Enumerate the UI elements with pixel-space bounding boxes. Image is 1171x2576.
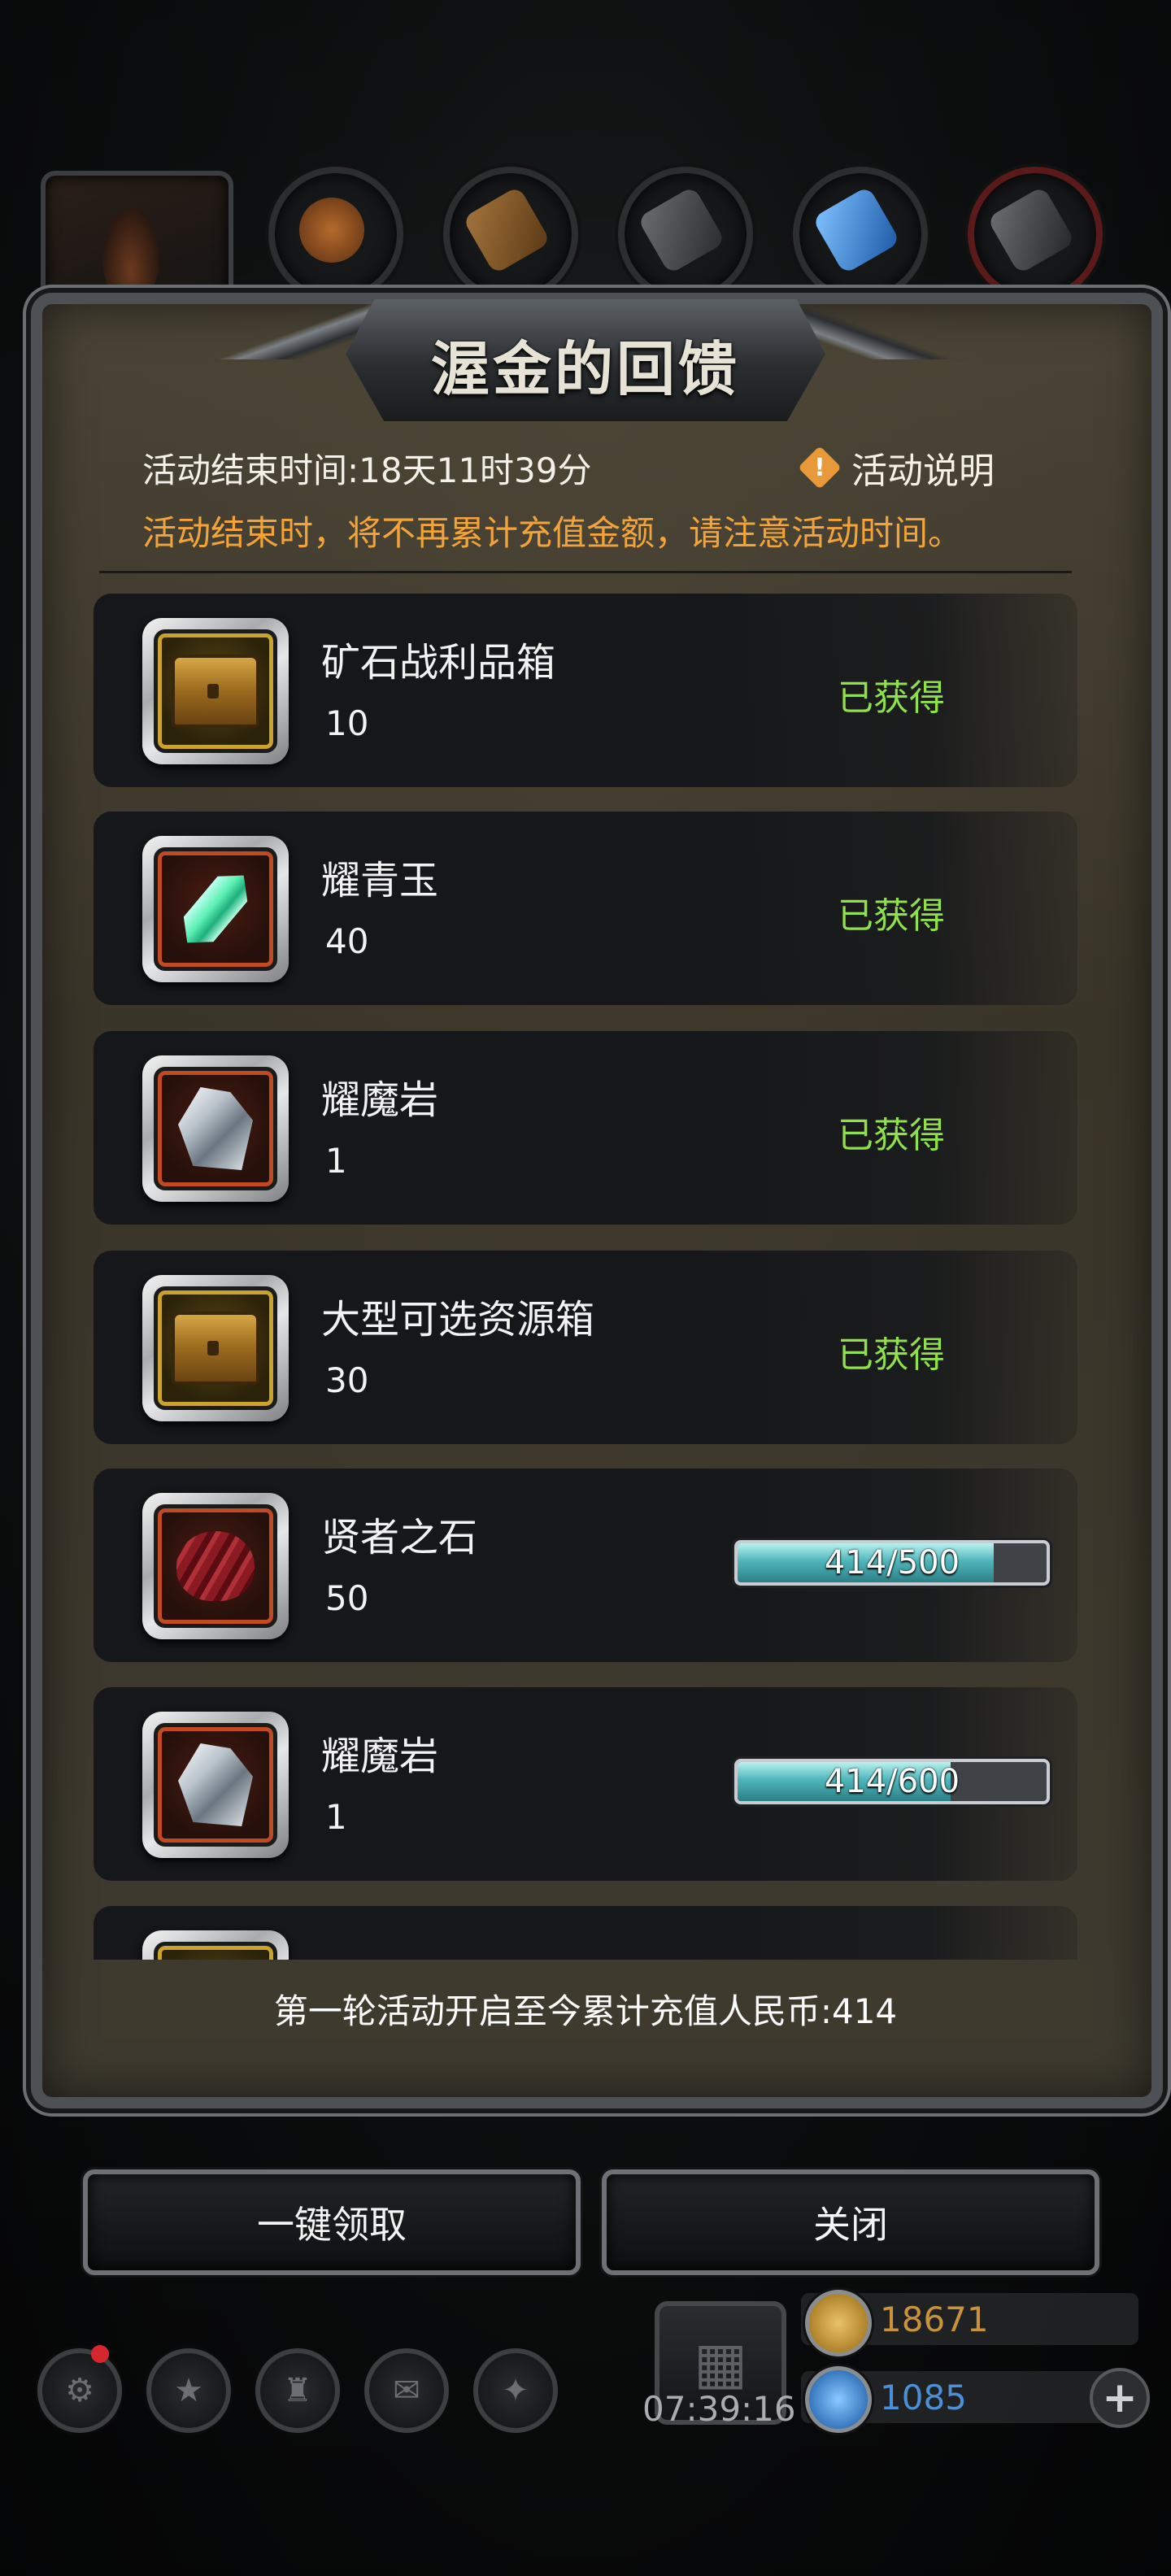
info-warning-icon: ! (798, 446, 842, 490)
reward-item: 贤者之石 50 414/500 (94, 1469, 1077, 1662)
event-notice: 活动结束时，将不再累计充值金额，请注意活动时间。 (142, 513, 963, 553)
reward-status-obtained: 已获得 (838, 677, 945, 719)
reward-item: 大型可选资源箱 30 已获得 (94, 1251, 1077, 1444)
reward-name: 耀魔岩 (321, 1077, 439, 1123)
stone-icon (637, 185, 726, 275)
crystal-icon (812, 185, 901, 275)
tab-crystal[interactable] (793, 167, 928, 302)
mail-icon[interactable]: ✉ (364, 2348, 449, 2433)
reward-status-obtained: 已获得 (838, 1115, 945, 1156)
dialog-title: 渥金的回馈 (430, 334, 740, 403)
event-info-label: 活动说明 (851, 450, 995, 492)
reward-quantity: 1 (325, 1141, 347, 1181)
gold-coin-icon (805, 2290, 872, 2356)
countdown-clock: 07:39:16 (642, 2389, 796, 2429)
add-gems-button[interactable]: + (1090, 2368, 1150, 2428)
reward-item: 耀青玉 40 已获得 (94, 812, 1077, 1005)
gem-icon (805, 2366, 872, 2433)
sage-stone-icon[interactable] (142, 1493, 289, 1639)
magic-rock-icon[interactable] (142, 1055, 289, 1202)
reward-list[interactable]: 矿石战利品箱 10 已获得 耀青玉 40 已获得 耀魔岩 1 已获得 大型可选资… (94, 594, 1086, 1960)
claim-all-button[interactable]: 一键领取 (83, 2169, 581, 2275)
resource-chest-icon[interactable] (142, 1275, 289, 1421)
tab-ore-chunks[interactable] (268, 167, 403, 302)
flame-icon (102, 208, 159, 298)
tab-stone[interactable] (618, 167, 753, 302)
reward-status-obtained: 已获得 (838, 1334, 945, 1376)
reward-status-obtained: 已获得 (838, 895, 945, 937)
gold-amount: 18671 (880, 2300, 989, 2339)
total-recharge-text: 第一轮活动开启至今累计充值人民币:414 (273, 1991, 898, 2031)
chest-icon[interactable] (142, 1930, 289, 1960)
wood-icon (462, 185, 551, 275)
ore-loot-chest-icon[interactable] (142, 618, 289, 764)
tab-wood[interactable] (443, 167, 578, 302)
close-button[interactable]: 关闭 (602, 2169, 1099, 2275)
divider (99, 571, 1072, 573)
alliance-icon[interactable]: ♜ (255, 2348, 340, 2433)
gem-amount: 1085 (880, 2378, 967, 2417)
progress-label: 414/600 (824, 1763, 960, 1800)
tab-iron[interactable] (968, 167, 1103, 302)
reward-quantity: 30 (325, 1360, 369, 1400)
reward-quantity: 1 (325, 1797, 347, 1837)
recharge-progress-bar: 414/600 (734, 1759, 1050, 1804)
settings-gear-icon[interactable]: ⚙ (37, 2348, 122, 2433)
magic-rock-icon[interactable] (142, 1712, 289, 1858)
ore-icon (287, 185, 377, 275)
iron-icon (986, 185, 1076, 275)
reward-item: 耀魔岩 1 已获得 (94, 1031, 1077, 1225)
handshake-icon[interactable]: ✦ (473, 2348, 558, 2433)
reward-item: 耀魔岩 1 414/600 (94, 1687, 1077, 1881)
reward-name: 贤者之石 (321, 1515, 478, 1560)
reward-quantity: 40 (325, 921, 369, 961)
reward-item (94, 1906, 1077, 1960)
star-icon[interactable]: ★ (146, 2348, 231, 2433)
notification-dot (91, 2345, 109, 2363)
recharge-progress-bar: 414/500 (734, 1540, 1050, 1586)
event-info-button[interactable]: ! 活动说明 (798, 443, 995, 492)
reward-name: 耀青玉 (321, 858, 439, 903)
reward-quantity: 50 (325, 1578, 369, 1618)
reward-name: 耀魔岩 (321, 1734, 439, 1779)
reward-quantity: 10 (325, 703, 369, 743)
reward-name: 矿石战利品箱 (321, 640, 556, 685)
jade-crystal-icon[interactable] (142, 836, 289, 982)
event-end-time: 活动结束时间:18天11时39分 (142, 450, 592, 490)
reward-name: 大型可选资源箱 (321, 1297, 595, 1342)
progress-label: 414/500 (824, 1544, 960, 1582)
reward-item: 矿石战利品箱 10 已获得 (94, 594, 1077, 787)
